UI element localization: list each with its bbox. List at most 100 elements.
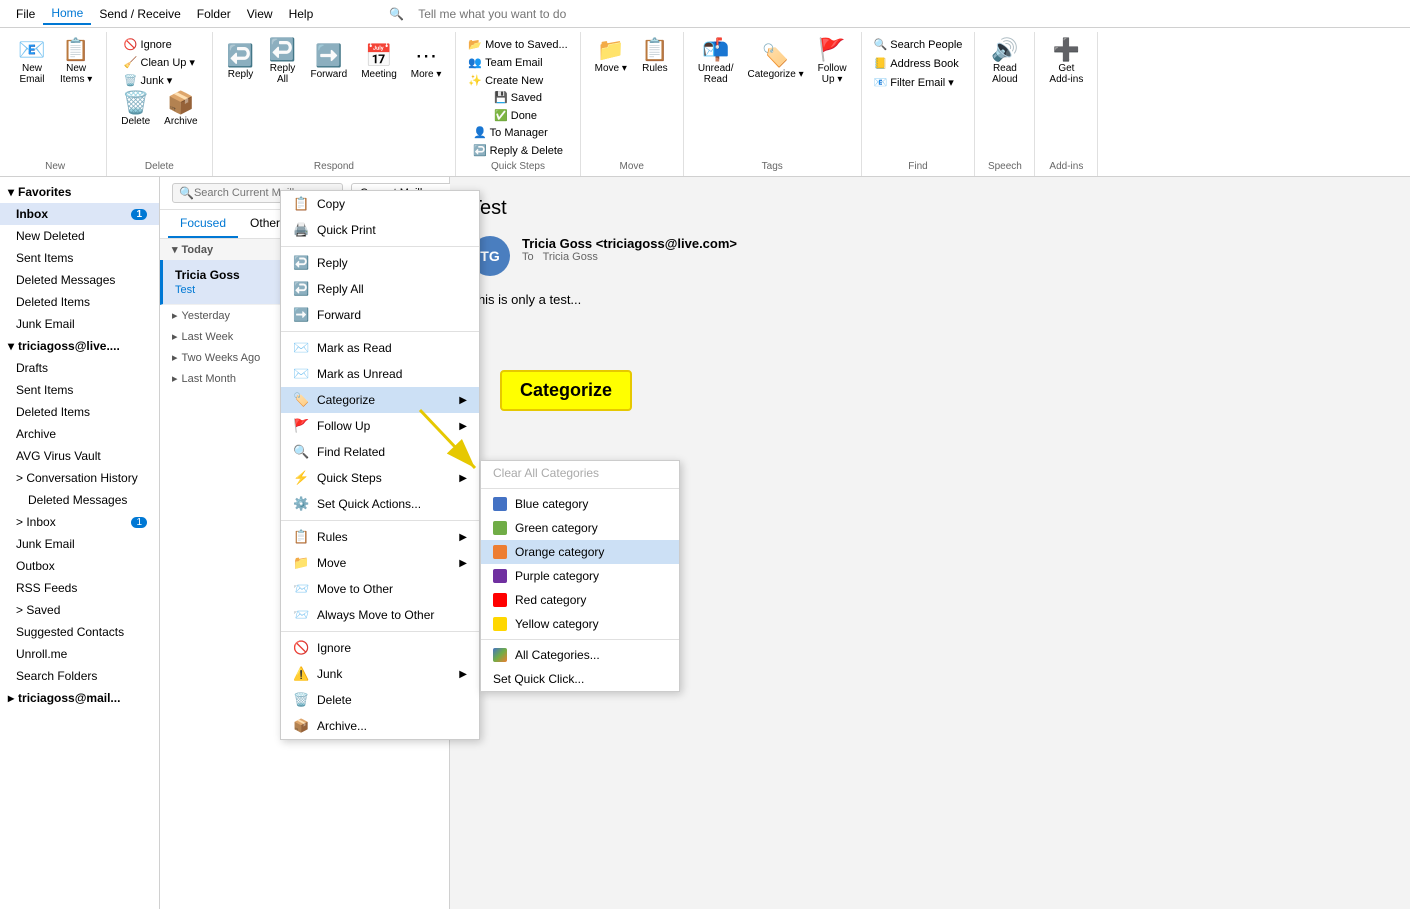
submenu-red[interactable]: Red category [481,588,679,612]
sidebar-item-drafts[interactable]: Drafts [0,357,159,379]
sidebar-item-outbox[interactable]: Outbox [0,555,159,577]
reply-button[interactable]: ↩️ Reply [221,36,261,88]
submenu-blue[interactable]: Blue category [481,492,679,516]
tab-focused[interactable]: Focused [168,210,238,238]
ctx-delete[interactable]: 🗑️ Delete [281,687,479,713]
get-addins-button[interactable]: ➕ GetAdd-ins [1043,36,1089,88]
ctx-reply[interactable]: ↩️ Reply [281,250,479,276]
account2-header[interactable]: ▸ triciagoss@mail... [0,687,159,709]
categorize-ribbon-button[interactable]: 🏷️ Categorize ▾ [741,36,809,88]
submenu-purple[interactable]: Purple category [481,564,679,588]
read-aloud-button[interactable]: 🔊 ReadAloud [985,36,1025,88]
sidebar-item-saved[interactable]: > Saved [0,599,159,621]
sidebar-item-avg[interactable]: AVG Virus Vault [0,445,159,467]
ctx-archive-label: Archive... [317,719,367,733]
conv-history-label: > Conversation History [16,471,138,485]
follow-up-ribbon-button[interactable]: 🚩 FollowUp ▾ [812,36,853,88]
menu-file[interactable]: File [8,4,43,24]
sidebar-item-junk-email2[interactable]: Junk Email [0,533,159,555]
sidebar-item-deleted-items2[interactable]: Deleted Items [0,401,159,423]
sidebar-item-deleted-items[interactable]: Deleted Items [0,291,159,313]
rules-button[interactable]: 📋 Rules [635,36,675,77]
ctx-copy[interactable]: 📋 Copy [281,191,479,217]
ctx-follow-up[interactable]: 🚩 Follow Up ▶ [281,413,479,439]
ctx-always-move[interactable]: 📨 Always Move to Other [281,602,479,628]
address-book-button[interactable]: 📒 Address Book [870,55,967,72]
new-items-button[interactable]: 📋 NewItems ▾ [54,36,98,88]
delete-icon: 🗑️ [122,92,149,114]
section-today-collapse[interactable]: ▾ [172,243,178,256]
sidebar-item-suggested-contacts[interactable]: Suggested Contacts [0,621,159,643]
reply-delete-button[interactable]: ↩️ Reply & Delete [469,142,567,159]
quick-steps-col2: 💾 Saved ✅ Done [490,89,546,124]
ctx-move[interactable]: 📁 Move ▶ [281,550,479,576]
sidebar-item-inbox2[interactable]: > Inbox 1 [0,511,159,533]
junk-button[interactable]: 🗑️ Junk ▾ [120,72,199,89]
ctx-find-related[interactable]: 🔍 Find Related ▶ [281,439,479,465]
meeting-button[interactable]: 📅 Meeting [355,36,403,88]
ctx-categorize[interactable]: 🏷️ Categorize ▶ [281,387,479,413]
ctx-reply-all[interactable]: ↩️ Reply All [281,276,479,302]
ctx-set-quick-actions[interactable]: ⚙️ Set Quick Actions... [281,491,479,517]
submenu-set-quick-click[interactable]: Set Quick Click... [481,667,679,691]
to-manager-button[interactable]: 👤 To Manager [469,124,567,141]
top-search-input[interactable] [412,5,662,23]
menu-view[interactable]: View [239,4,281,24]
team-email-button[interactable]: 👥 Team Email [464,54,571,71]
context-menu: 📋 Copy 🖨️ Quick Print ↩️ Reply ↩️ Reply … [280,190,480,740]
submenu-yellow[interactable]: Yellow category [481,612,679,636]
ctx-mark-unread[interactable]: ✉️ Mark as Unread [281,361,479,387]
new-email-button[interactable]: 📧 NewEmail [12,36,52,88]
sidebar-item-search-folders[interactable]: Search Folders [0,665,159,687]
ctx-move-to-other[interactable]: 📨 Move to Other [281,576,479,602]
menu-home[interactable]: Home [43,3,91,25]
ctx-rules[interactable]: 📋 Rules ▶ [281,524,479,550]
submenu-orange[interactable]: Orange category [481,540,679,564]
last-week-collapse-icon: ▸ [172,330,178,343]
unread-read-button[interactable]: 📬 Unread/Read [692,36,740,88]
done-button[interactable]: ✅ Done [490,107,546,124]
sidebar-item-inbox[interactable]: Inbox 1 [0,203,159,225]
purple-label: Purple category [515,569,599,583]
create-new-button[interactable]: ✨ Create New [464,72,571,89]
ctx-archive[interactable]: 📦 Archive... [281,713,479,739]
ctx-mark-read[interactable]: ✉️ Mark as Read [281,335,479,361]
ctx-move-to-other-icon: 📨 [293,581,309,597]
sidebar-item-deleted-messages[interactable]: Deleted Messages [0,269,159,291]
sidebar-item-sent-items[interactable]: Sent Items [0,247,159,269]
ctx-quick-steps[interactable]: ⚡ Quick Steps ▶ [281,465,479,491]
ctx-forward[interactable]: ➡️ Forward [281,302,479,328]
move-to-saved-button[interactable]: 📂 Move to Saved... [464,36,571,53]
move-ribbon-button[interactable]: 📁 Move ▾ [589,36,633,77]
sidebar-item-archive[interactable]: Archive [0,423,159,445]
menu-help[interactable]: Help [281,4,322,24]
ctx-quick-print[interactable]: 🖨️ Quick Print [281,217,479,243]
forward-button[interactable]: ➡️ Forward [305,36,354,88]
sent-items2-label: Sent Items [16,383,73,397]
saved-button[interactable]: 💾 Saved [490,89,546,106]
archive-button[interactable]: 📦 Archive [158,89,203,130]
submenu-clear-all[interactable]: Clear All Categories [481,461,679,485]
favorites-header[interactable]: ▾ Favorites [0,181,159,203]
submenu-green[interactable]: Green category [481,516,679,540]
delete-button[interactable]: 🗑️ Delete [115,89,156,130]
sidebar-item-sent-items2[interactable]: Sent Items [0,379,159,401]
ctx-junk[interactable]: ⚠️ Junk ▶ [281,661,479,687]
more-respond-button[interactable]: ⋯ More ▾ [405,36,448,88]
sidebar-item-new-deleted[interactable]: New Deleted [0,225,159,247]
sidebar-item-junk-email[interactable]: Junk Email [0,313,159,335]
account1-header[interactable]: ▾ triciagoss@live.... [0,335,159,357]
reply-all-button[interactable]: ↩️ ReplyAll [263,36,303,88]
menu-send-receive[interactable]: Send / Receive [91,4,188,24]
ignore-button[interactable]: 🚫 Ignore [120,36,199,53]
sidebar-item-unrollme[interactable]: Unroll.me [0,643,159,665]
sidebar-item-rss-feeds[interactable]: RSS Feeds [0,577,159,599]
submenu-all-categories[interactable]: All Categories... [481,643,679,667]
filter-email-button[interactable]: 📧 Filter Email ▾ [870,74,967,91]
ctx-ignore[interactable]: 🚫 Ignore [281,635,479,661]
sidebar-item-conversation-history[interactable]: > Conversation History [0,467,159,489]
menu-folder[interactable]: Folder [189,4,239,24]
cleanup-button[interactable]: 🧹 Clean Up ▾ [120,54,199,71]
search-people-button[interactable]: 🔍 Search People [870,36,967,53]
sidebar-item-deleted-messages2[interactable]: Deleted Messages [0,489,159,511]
